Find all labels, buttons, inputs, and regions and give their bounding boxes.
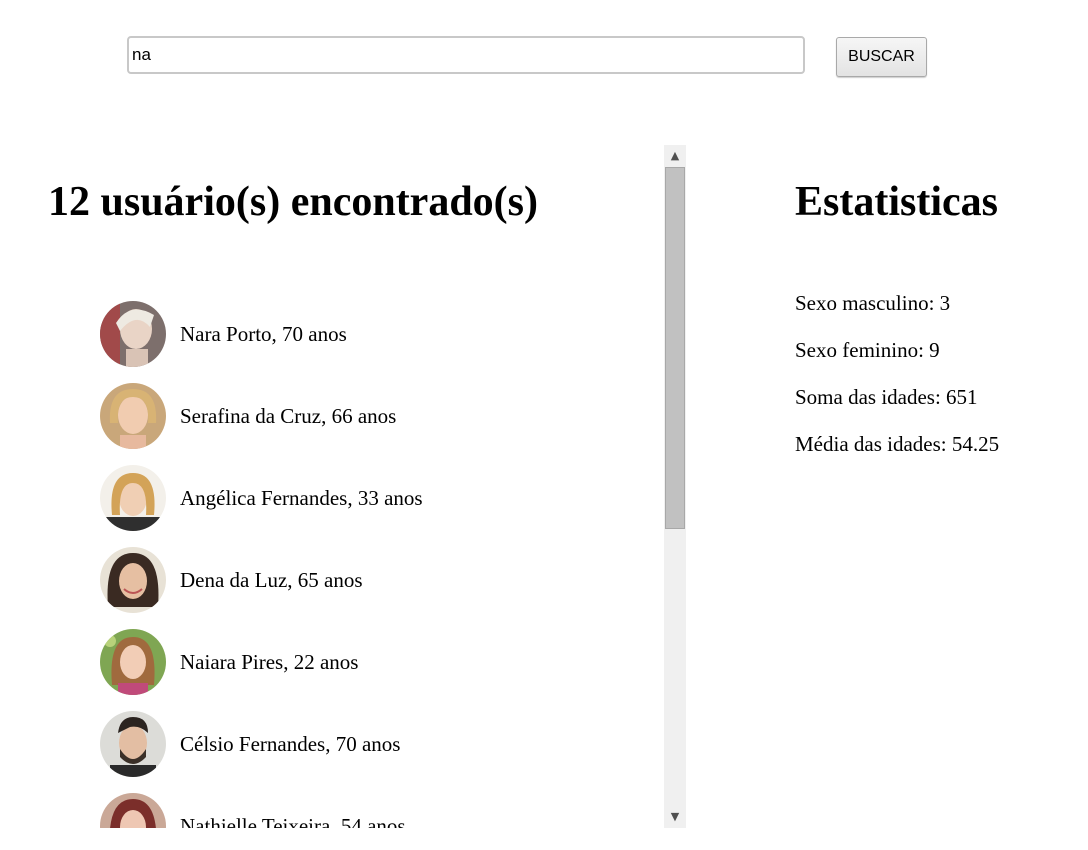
- list-item: Dena da Luz, 65 anos: [100, 539, 423, 621]
- stat-age-sum: Soma das idades: 651: [795, 385, 978, 409]
- user-name-age: Célsio Fernandes, 70 anos: [180, 731, 401, 756]
- user-name-age: Naiara Pires, 22 anos: [180, 649, 359, 674]
- avatar: [100, 793, 166, 828]
- scrollbar-thumb[interactable]: [665, 167, 685, 529]
- avatar: [100, 629, 166, 695]
- chevron-up-icon[interactable]: ▲: [664, 145, 686, 167]
- stat-male-count: Sexo masculino: 3: [795, 291, 951, 315]
- stat-female-count: Sexo feminino: 9: [795, 338, 940, 362]
- user-name-age: Angélica Fernandes, 33 anos: [180, 485, 423, 510]
- chevron-down-icon[interactable]: ▼: [664, 806, 686, 828]
- list-item: Naiara Pires, 22 anos: [100, 621, 423, 703]
- user-name-age: Nathielle Teixeira, 54 anos: [180, 813, 406, 829]
- stat-age-average: Média das idades: 54.25: [795, 432, 1000, 456]
- search-input[interactable]: [127, 36, 805, 74]
- user-name-age: Serafina da Cruz, 66 anos: [180, 403, 397, 428]
- results-scrollbar[interactable]: ▲ ▼: [664, 145, 686, 828]
- user-list: Nara Porto, 70 anos Serafina da Cruz, 66…: [100, 293, 423, 828]
- avatar: [100, 465, 166, 531]
- user-name-age: Nara Porto, 70 anos: [180, 321, 347, 346]
- avatar: [100, 301, 166, 367]
- list-item: Angélica Fernandes, 33 anos: [100, 457, 423, 539]
- list-item: Célsio Fernandes, 70 anos: [100, 703, 423, 785]
- avatar: [100, 711, 166, 777]
- avatar: [100, 547, 166, 613]
- list-item: Nara Porto, 70 anos: [100, 293, 423, 375]
- list-item: Serafina da Cruz, 66 anos: [100, 375, 423, 457]
- user-name-age: Dena da Luz, 65 anos: [180, 567, 363, 592]
- search-button[interactable]: BUSCAR: [836, 37, 927, 77]
- avatar: [100, 383, 166, 449]
- user-list-viewport: Nara Porto, 70 anos Serafina da Cruz, 66…: [0, 145, 664, 828]
- stats-title: Estatisticas: [795, 179, 998, 225]
- list-item: Nathielle Teixeira, 54 anos: [100, 785, 423, 828]
